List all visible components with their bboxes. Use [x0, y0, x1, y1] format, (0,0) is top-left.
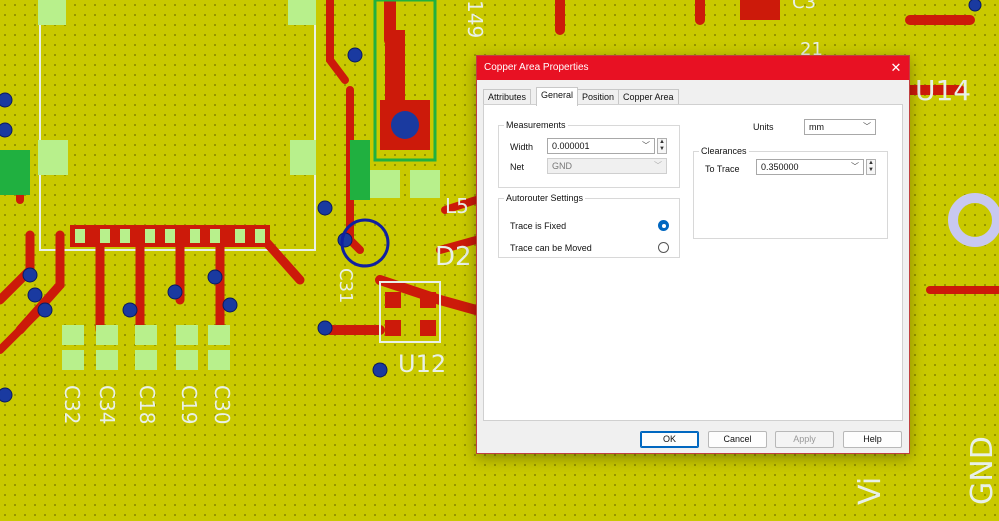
silk-label-c18: C18	[135, 385, 159, 424]
to-trace-value: 0.350000	[761, 162, 799, 172]
tab-position[interactable]: Position	[577, 89, 620, 105]
to-trace-combo[interactable]: 0.350000 ﹀	[756, 159, 864, 175]
silk-label-d2: D2	[435, 242, 472, 272]
dialog-title: Copper Area Properties	[484, 62, 589, 73]
silk-outline-module	[39, 0, 316, 251]
dialog-titlebar[interactable]: Copper Area Properties ✕	[477, 56, 909, 80]
silk-label-u12: U12	[398, 350, 446, 378]
trace-moved-label[interactable]: Trace can be Moved	[510, 243, 592, 253]
apply-button: Apply	[775, 431, 834, 448]
net-label: Net	[510, 162, 525, 172]
silk-label-l5: L5	[445, 194, 469, 218]
trace-fixed-label[interactable]: Trace is Fixed	[510, 221, 566, 231]
measurements-group: Measurements Width 0.000001 ﹀ ▲ ▼ Net GN…	[498, 120, 680, 188]
spin-down-icon[interactable]: ▼	[867, 167, 875, 174]
pad	[0, 150, 30, 195]
measurements-group-title: Measurements	[504, 120, 568, 130]
spin-up-icon[interactable]: ▲	[867, 160, 875, 167]
to-trace-label: To Trace	[705, 164, 740, 174]
close-icon: ✕	[890, 60, 902, 75]
cancel-button[interactable]: Cancel	[708, 431, 767, 448]
trace-moved-radio[interactable]	[658, 242, 669, 253]
ok-button[interactable]: OK	[640, 431, 699, 448]
tab-attributes[interactable]: Attributes	[483, 89, 532, 105]
trace-fixed-radio[interactable]	[658, 220, 669, 231]
silk-label-149: 149	[463, 0, 487, 38]
chevron-down-icon: ﹀	[863, 122, 871, 131]
chevron-down-icon: ﹀	[654, 161, 662, 170]
pad	[350, 140, 370, 200]
pad	[288, 0, 316, 25]
via	[391, 111, 419, 139]
units-combo[interactable]: mm ﹀	[804, 119, 876, 135]
autorouter-group-title: Autorouter Settings	[504, 193, 586, 203]
silk-label-c3: C3	[792, 0, 816, 13]
pad	[370, 170, 400, 198]
tab-strip: Attributes General Position Copper Area	[483, 87, 903, 106]
width-value: 0.000001	[552, 141, 590, 151]
spin-up-icon[interactable]: ▲	[658, 139, 666, 146]
smd-pads	[75, 229, 265, 243]
pad	[290, 140, 316, 175]
units-value: mm	[809, 122, 824, 132]
silk-label-c31: C31	[335, 268, 356, 303]
spin-down-icon[interactable]: ▼	[658, 146, 666, 153]
width-label: Width	[510, 142, 534, 152]
clearances-group: Clearances To Trace 0.350000 ﹀ ▲ ▼	[693, 146, 888, 239]
silk-label-vi: Vi	[853, 477, 888, 505]
silk-label-c19: C19	[177, 385, 201, 424]
copper-area-properties-dialog: Copper Area Properties ✕ Attributes Gene…	[476, 55, 910, 454]
silk-label-c30: C30	[210, 385, 234, 424]
close-button[interactable]: ✕	[885, 58, 907, 78]
silk-label-c32: C32	[60, 385, 84, 424]
help-button[interactable]: Help	[843, 431, 902, 448]
units-label: Units	[753, 122, 774, 132]
copper-pad	[385, 30, 405, 100]
net-value: GND	[552, 161, 572, 171]
silk-label-gnd: GND	[965, 436, 999, 505]
chevron-down-icon: ﹀	[642, 141, 650, 150]
clearances-group-title: Clearances	[699, 146, 749, 156]
silk-label-u14: U14	[915, 74, 971, 107]
width-combo[interactable]: 0.000001 ﹀	[547, 138, 655, 154]
to-trace-spinner[interactable]: ▲ ▼	[866, 159, 876, 175]
width-spinner[interactable]: ▲ ▼	[657, 138, 667, 154]
pad	[38, 140, 68, 175]
net-combo: GND ﹀	[547, 158, 667, 174]
autorouter-settings-group: Autorouter Settings Trace is Fixed Trace…	[498, 193, 680, 258]
tab-general[interactable]: General	[536, 87, 579, 106]
pad	[410, 170, 440, 198]
capacitor-footprints	[62, 325, 230, 370]
silk-label-c34: C34	[95, 385, 119, 424]
tab-panel-general: Measurements Width 0.000001 ﹀ ▲ ▼ Net GN…	[483, 104, 903, 421]
tab-copper-area[interactable]: Copper Area	[618, 89, 679, 105]
pad	[38, 0, 66, 25]
chevron-down-icon: ﹀	[851, 162, 859, 171]
